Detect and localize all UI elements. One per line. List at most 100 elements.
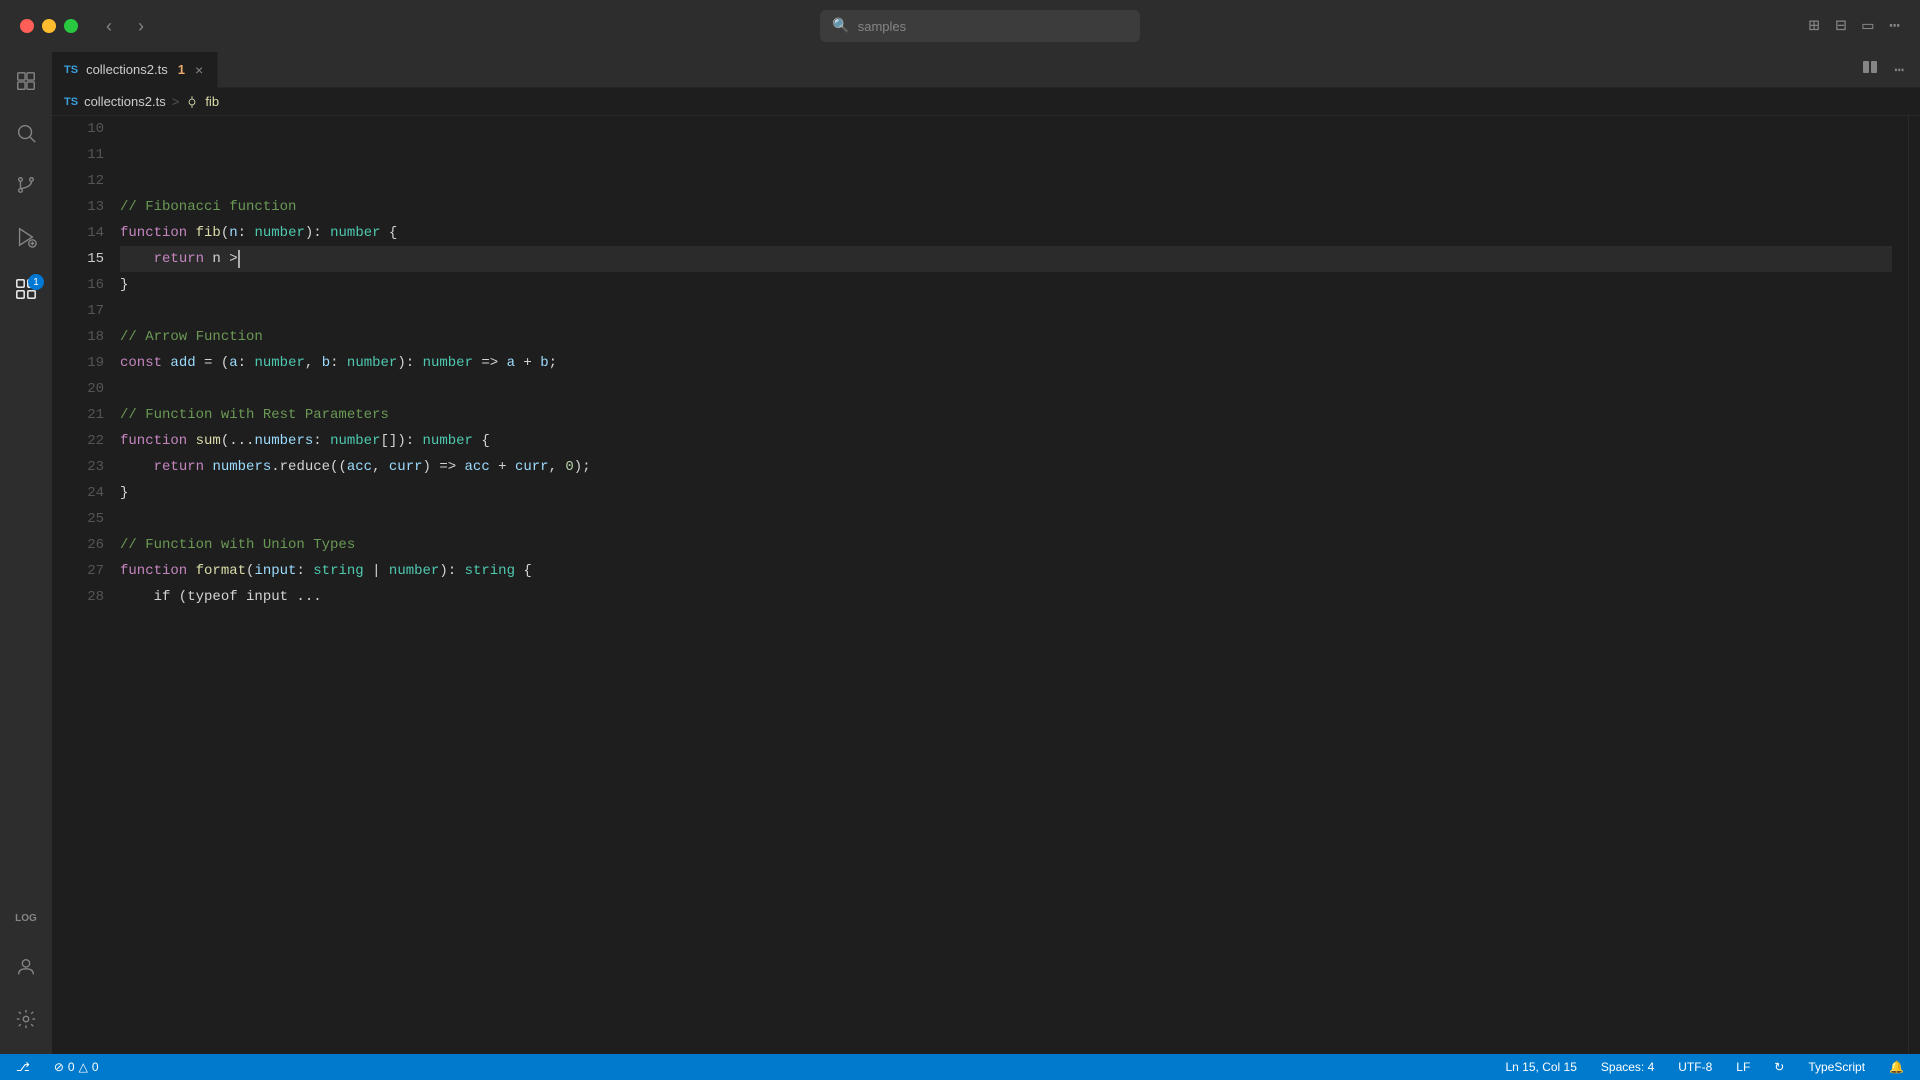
back-button[interactable]: ‹: [98, 12, 120, 41]
titlebar: ‹ › 🔍 samples ⊞ ⊟ ▭ ⋯: [0, 0, 1920, 52]
line-number: 26: [60, 532, 104, 558]
minimize-button[interactable]: [42, 19, 56, 33]
warnings-count: 0: [92, 1060, 99, 1074]
encoding-status[interactable]: UTF-8: [1674, 1054, 1716, 1080]
line-number: 13: [60, 194, 104, 220]
sidebar-item-extensions[interactable]: 1: [2, 268, 50, 316]
breadcrumb-symbol-icon: [185, 94, 199, 110]
forward-button[interactable]: ›: [130, 12, 152, 41]
search-sidebar-icon: [15, 122, 37, 150]
code-line: function fib(n: number): number {: [120, 220, 1892, 246]
close-button[interactable]: [20, 19, 34, 33]
code-line: // Arrow Function: [120, 324, 1892, 350]
code-line: [120, 506, 1892, 532]
line-number: 10: [60, 116, 104, 142]
code-line: function format(input: string | number):…: [120, 558, 1892, 584]
more-options-button[interactable]: ⋯: [1890, 56, 1908, 84]
code-line: }: [120, 272, 1892, 298]
sidebar-item-explorer[interactable]: [2, 60, 50, 108]
breadcrumb-separator: >: [172, 94, 180, 109]
status-right: Ln 15, Col 15 Spaces: 4 UTF-8 LF ↻ TypeS…: [1502, 1054, 1909, 1080]
settings-icon: [15, 1008, 37, 1036]
indentation-status[interactable]: Spaces: 4: [1597, 1054, 1658, 1080]
sidebar-item-source-control[interactable]: [2, 164, 50, 212]
editor-tab[interactable]: TS collections2.ts 1 ×: [52, 52, 218, 88]
layout-icon[interactable]: ⊟: [1835, 15, 1846, 37]
split-editor-icon[interactable]: ▭: [1862, 15, 1873, 37]
language-status[interactable]: TypeScript: [1804, 1054, 1869, 1080]
code-line: [120, 376, 1892, 402]
main-layout: 1 LOG TS colle: [0, 52, 1920, 1054]
more-actions-icon[interactable]: ⋯: [1889, 15, 1900, 37]
activity-bar: 1 LOG: [0, 52, 52, 1054]
search-bar[interactable]: 🔍 samples: [820, 10, 1140, 42]
sidebar-item-run[interactable]: [2, 216, 50, 264]
line-number: 16: [60, 272, 104, 298]
line-number: 24: [60, 480, 104, 506]
traffic-lights: [20, 19, 78, 33]
notification-icon[interactable]: 🔔: [1885, 1054, 1908, 1080]
breadcrumb-ts-icon: TS: [64, 96, 78, 108]
text-cursor: [238, 250, 240, 268]
code-line: [120, 298, 1892, 324]
split-editor-button[interactable]: [1858, 55, 1882, 84]
line-number: 15: [60, 246, 104, 272]
code-line: const add = (a: number, b: number): numb…: [120, 350, 1892, 376]
code-line: // Function with Union Types: [120, 532, 1892, 558]
editor-area: TS collections2.ts 1 × ⋯ TS collections2…: [52, 52, 1920, 1054]
run-icon: [15, 226, 37, 254]
branch-icon: ⎇: [16, 1060, 30, 1074]
breadcrumb-file[interactable]: collections2.ts: [84, 94, 166, 109]
code-line: [120, 116, 1892, 142]
maximize-button[interactable]: [64, 19, 78, 33]
sidebar-item-settings[interactable]: [2, 998, 50, 1046]
command-palette-icon[interactable]: ⊞: [1809, 15, 1820, 37]
titlebar-right: ⊞ ⊟ ▭ ⋯: [1809, 15, 1900, 37]
line-number: 18: [60, 324, 104, 350]
code-content: // Fibonacci functionfunction fib(n: num…: [112, 116, 1908, 1054]
code-line: [120, 142, 1892, 168]
warning-icon: △: [79, 1060, 88, 1074]
line-number: 23: [60, 454, 104, 480]
code-line: return numbers.reduce((acc, curr) => acc…: [120, 454, 1892, 480]
source-control-icon: [15, 174, 37, 202]
log-label: LOG: [15, 913, 37, 924]
search-placeholder: samples: [858, 19, 906, 34]
sync-icon[interactable]: ↻: [1770, 1054, 1788, 1080]
line-number: 11: [60, 142, 104, 168]
tab-ts-icon: TS: [64, 64, 78, 76]
code-editor[interactable]: 10111213141516171819202122232425262728 /…: [52, 116, 1920, 1054]
sidebar-item-search[interactable]: [2, 112, 50, 160]
tab-modified-indicator: 1: [178, 62, 185, 77]
line-number: 28: [60, 584, 104, 610]
tab-actions: ⋯: [1858, 55, 1920, 84]
branch-status[interactable]: ⎇: [12, 1054, 34, 1080]
line-number: 12: [60, 168, 104, 194]
code-line: }: [120, 480, 1892, 506]
line-number: 19: [60, 350, 104, 376]
line-number: 22: [60, 428, 104, 454]
code-line: if (typeof input ...: [120, 584, 1892, 610]
line-number: 21: [60, 402, 104, 428]
line-ending-status[interactable]: LF: [1732, 1054, 1754, 1080]
breadcrumb-symbol[interactable]: fib: [205, 94, 219, 109]
errors-warnings-status[interactable]: ⊘ 0 △ 0: [50, 1054, 103, 1080]
code-line: [120, 168, 1892, 194]
code-line: return n >: [120, 246, 1892, 272]
line-numbers: 10111213141516171819202122232425262728: [52, 116, 112, 1054]
line-number: 14: [60, 220, 104, 246]
titlebar-left: ‹ ›: [20, 12, 152, 41]
sidebar-item-account[interactable]: [2, 946, 50, 994]
line-number: 20: [60, 376, 104, 402]
code-line: // Function with Rest Parameters: [120, 402, 1892, 428]
line-number: 27: [60, 558, 104, 584]
minimap: [1908, 116, 1920, 1054]
line-number: 25: [60, 506, 104, 532]
cursor-position-status[interactable]: Ln 15, Col 15: [1502, 1054, 1581, 1080]
breadcrumb: TS collections2.ts > fib: [52, 88, 1920, 116]
sidebar-item-log[interactable]: LOG: [2, 894, 50, 942]
tab-close-button[interactable]: ×: [193, 60, 205, 80]
errors-count: 0: [68, 1060, 75, 1074]
status-left: ⎇ ⊘ 0 △ 0: [12, 1054, 103, 1080]
tab-bar: TS collections2.ts 1 × ⋯: [52, 52, 1920, 88]
